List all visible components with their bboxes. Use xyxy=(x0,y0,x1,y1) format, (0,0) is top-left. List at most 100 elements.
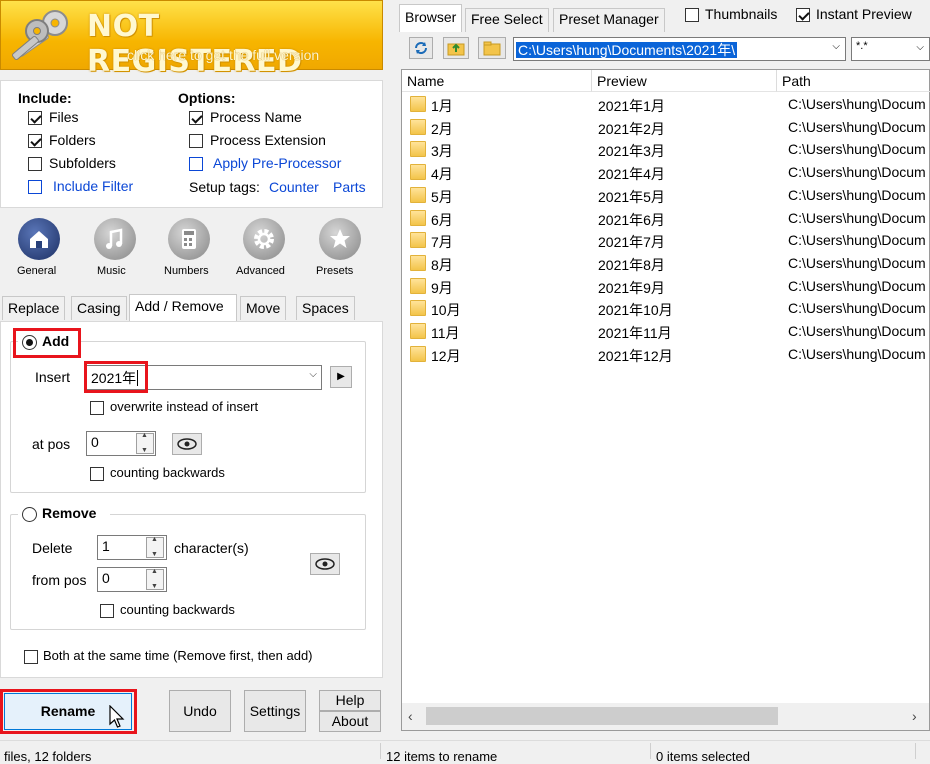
presets-category-button[interactable] xyxy=(319,218,361,260)
instant-preview-checkbox[interactable] xyxy=(796,8,810,22)
list-item[interactable]: 4月 2021年4月 C:\Users\hung\Docum xyxy=(402,161,929,184)
tab-casing[interactable]: Casing xyxy=(71,296,127,320)
general-label: General xyxy=(17,265,57,277)
star-icon xyxy=(330,229,350,248)
chevron-down-icon[interactable]: ⌵ xyxy=(832,41,840,52)
list-item[interactable]: 6月 2021年6月 C:\Users\hung\Docum xyxy=(402,207,929,230)
tab-replace[interactable]: Replace xyxy=(2,296,66,320)
tab-spaces[interactable]: Spaces xyxy=(296,296,355,320)
pre-processor-link[interactable]: Apply Pre-Processor xyxy=(213,155,341,171)
folders-checkbox[interactable] xyxy=(28,134,42,148)
include-filter-link[interactable]: Include Filter xyxy=(53,178,133,194)
at-pos-label: at pos xyxy=(32,436,71,452)
list-item[interactable]: 5月 2021年5月 C:\Users\hung\Docum xyxy=(402,184,929,207)
list-item[interactable]: 10月 2021年10月 C:\Users\hung\Docum xyxy=(402,297,929,320)
item-name: 8月 xyxy=(431,256,453,273)
parts-link[interactable]: Parts xyxy=(333,179,366,195)
advanced-category-button[interactable] xyxy=(243,218,285,260)
both-at-same-time-checkbox[interactable] xyxy=(24,650,38,664)
from-pos-stepper[interactable] xyxy=(146,568,164,590)
banner-title[interactable]: NOT REGISTERED xyxy=(87,9,382,79)
about-label: About xyxy=(331,713,369,729)
preview-position-button[interactable] xyxy=(172,433,202,455)
from-pos-value: 0 xyxy=(102,570,110,586)
files-checkbox[interactable] xyxy=(28,111,42,125)
tab-add-remove[interactable]: Add / Remove xyxy=(129,294,237,322)
status-items-to-rename: 12 items to rename xyxy=(386,749,498,764)
overwrite-checkbox[interactable] xyxy=(90,401,104,415)
process-name-checkbox[interactable] xyxy=(189,111,203,125)
undo-button[interactable]: Undo xyxy=(169,690,231,732)
list-item[interactable]: 8月 2021年8月 C:\Users\hung\Docum xyxy=(402,252,929,275)
refresh-button[interactable] xyxy=(409,37,433,59)
options-heading: Options: xyxy=(178,90,236,106)
browse-folder-button[interactable] xyxy=(478,37,506,59)
path-combobox[interactable]: C:\Users\hung\Documents\2021年\ ⌵ xyxy=(513,37,846,61)
chevron-down-icon[interactable]: ⌵ xyxy=(309,369,317,380)
item-name: 1月 xyxy=(431,98,453,114)
item-path: C:\Users\hung\Docum xyxy=(788,300,926,317)
help-label: Help xyxy=(335,692,365,708)
scrollbar-thumb[interactable] xyxy=(426,707,778,725)
include-filter-checkbox[interactable] xyxy=(28,180,42,194)
folder-icon xyxy=(483,41,501,56)
subfolders-checkbox[interactable] xyxy=(28,157,42,171)
insert-menu-button[interactable]: ▶ xyxy=(330,366,352,388)
filter-combobox[interactable]: *.* ⌵ xyxy=(851,37,930,61)
preview-remove-button[interactable] xyxy=(310,553,340,575)
tab-preset-manager[interactable]: Preset Manager xyxy=(553,8,665,32)
list-item[interactable]: 2月 2021年2月 C:\Users\hung\Docum xyxy=(402,116,929,139)
triangle-right-icon: ▶ xyxy=(337,371,345,382)
folder-icon xyxy=(410,345,426,362)
folder-icon xyxy=(410,232,426,249)
banner-subtitle[interactable]: click here to get the full version xyxy=(127,47,319,63)
pre-processor-checkbox[interactable] xyxy=(189,157,203,171)
thumbnails-checkbox[interactable] xyxy=(685,8,699,22)
include-heading: Include: xyxy=(18,90,72,106)
item-path: C:\Users\hung\Docum xyxy=(788,96,926,112)
scroll-right-arrow-icon[interactable]: › xyxy=(912,708,917,724)
list-item[interactable]: 12月 2021年12月 C:\Users\hung\Docum xyxy=(402,343,929,366)
item-preview: 2021年4月 xyxy=(598,166,665,183)
list-item[interactable]: 9月 2021年9月 C:\Users\hung\Docum xyxy=(402,275,929,298)
tab-free-select[interactable]: Free Select xyxy=(465,8,549,32)
go-up-folder-button[interactable] xyxy=(443,37,469,59)
process-extension-label: Process Extension xyxy=(210,132,326,148)
add-counting-backwards-checkbox[interactable] xyxy=(90,467,104,481)
presets-label: Presets xyxy=(316,265,354,277)
status-divider xyxy=(380,743,381,759)
tab-move[interactable]: Move xyxy=(240,296,287,320)
help-button[interactable]: Help xyxy=(319,690,381,711)
list-item[interactable]: 1月 2021年1月 C:\Users\hung\Docum xyxy=(402,93,929,116)
list-item[interactable]: 3月 2021年3月 C:\Users\hung\Docum xyxy=(402,138,929,161)
numbers-label: Numbers xyxy=(164,265,209,277)
column-header-preview[interactable]: Preview xyxy=(592,70,777,92)
file-list[interactable]: Name Preview Path 1月 2021年1月 C:\Users\hung… xyxy=(401,69,930,731)
folder-icon xyxy=(410,209,426,226)
remove-counting-backwards-checkbox[interactable] xyxy=(100,604,114,618)
process-extension-checkbox[interactable] xyxy=(189,134,203,148)
scroll-left-arrow-icon[interactable]: ‹ xyxy=(408,708,413,724)
list-item[interactable]: 7月 2021年7月 C:\Users\hung\Docum xyxy=(402,229,929,252)
item-path: C:\Users\hung\Docum xyxy=(788,118,926,135)
settings-button[interactable]: Settings xyxy=(244,690,306,732)
music-category-button[interactable] xyxy=(94,218,136,260)
subfolders-label: Subfolders xyxy=(49,155,116,171)
list-item[interactable]: 11月 2021年11月 C:\Users\hung\Docum xyxy=(402,320,929,343)
horizontal-scrollbar[interactable]: ‹ › xyxy=(402,703,929,730)
item-path: C:\Users\hung\Docum xyxy=(788,209,926,226)
eye-icon xyxy=(177,438,197,450)
chevron-down-icon[interactable]: ⌵ xyxy=(916,42,924,53)
general-category-button[interactable] xyxy=(18,218,60,260)
music-note-icon xyxy=(106,228,123,249)
at-pos-stepper[interactable] xyxy=(136,432,154,454)
remove-radio[interactable] xyxy=(22,507,37,522)
counter-link[interactable]: Counter xyxy=(269,179,319,195)
column-header-name[interactable]: Name xyxy=(402,70,592,92)
registration-banner[interactable]: NOT REGISTERED click here to get the ful… xyxy=(0,0,383,79)
column-header-path[interactable]: Path xyxy=(777,70,930,92)
numbers-category-button[interactable] xyxy=(168,218,210,260)
tab-browser[interactable]: Browser xyxy=(399,4,463,32)
delete-count-stepper[interactable] xyxy=(146,536,164,558)
about-button[interactable]: About xyxy=(319,711,381,732)
